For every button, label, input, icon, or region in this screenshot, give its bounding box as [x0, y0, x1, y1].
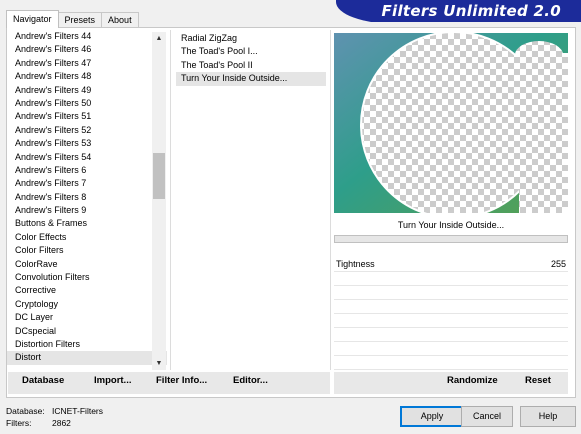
tab-navigator[interactable]: Navigator: [6, 10, 59, 28]
param-row[interactable]: Tightness 255: [334, 258, 568, 272]
tab-presets[interactable]: Presets: [57, 12, 103, 28]
preview-zoom-bar[interactable]: [334, 235, 568, 243]
divider: [170, 30, 171, 370]
navigator-button-bar: Database Import... Filter Info... Editor…: [8, 372, 330, 394]
divider: [330, 30, 331, 370]
category-item[interactable]: Andrew's Filters 49: [7, 84, 167, 97]
param-row-empty: [334, 328, 568, 342]
database-button[interactable]: Database: [22, 375, 64, 386]
filters-count-value: 2862: [52, 418, 71, 428]
category-item[interactable]: Andrew's Filters 8: [7, 191, 167, 204]
category-item[interactable]: Distort: [7, 351, 167, 365]
category-item[interactable]: Andrew's Filters 47: [7, 57, 167, 70]
filter-info-button[interactable]: Filter Info...: [156, 375, 207, 386]
category-item[interactable]: Andrew's Filters 44: [7, 30, 167, 43]
param-name: Tightness: [336, 259, 375, 269]
category-item[interactable]: Color Effects: [7, 231, 167, 244]
preview-caption: Turn Your Inside Outside...: [397, 220, 505, 230]
cancel-button[interactable]: Cancel: [461, 406, 513, 427]
param-row-empty: [334, 342, 568, 356]
category-item[interactable]: Convolution Filters: [7, 271, 167, 284]
category-item[interactable]: Andrew's Filters 54: [7, 151, 167, 164]
filters-count-label: Filters:: [6, 418, 32, 428]
editor-button[interactable]: Editor...: [233, 375, 268, 386]
tab-bar: Navigator Presets About: [6, 10, 139, 28]
randomize-button[interactable]: Randomize: [447, 375, 498, 386]
param-row-empty: [334, 300, 568, 314]
category-item[interactable]: DC Layer: [7, 311, 167, 324]
database-label: Database:: [6, 406, 45, 416]
app-banner: Filters Unlimited 2.0: [336, 0, 581, 22]
param-value[interactable]: 255: [551, 259, 566, 269]
category-item[interactable]: Distortion Filters: [7, 338, 167, 351]
parameter-list: Tightness 255: [334, 258, 568, 370]
category-item[interactable]: Andrew's Filters 53: [7, 137, 167, 150]
category-scrollbar[interactable]: ▲ ▼: [152, 32, 166, 370]
help-button[interactable]: Help: [520, 406, 576, 427]
category-item[interactable]: Cryptology: [7, 298, 167, 311]
category-item[interactable]: Andrew's Filters 6: [7, 164, 167, 177]
filter-item[interactable]: Turn Your Inside Outside...: [176, 72, 326, 86]
param-row-empty: [334, 356, 568, 370]
category-item[interactable]: Buttons & Frames: [7, 217, 167, 230]
category-item[interactable]: Andrew's Filters 7: [7, 177, 167, 190]
category-item[interactable]: DCspecial: [7, 325, 167, 338]
category-item[interactable]: Corrective: [7, 284, 167, 297]
reset-button[interactable]: Reset: [525, 375, 551, 386]
filter-item[interactable]: The Toad's Pool II: [176, 59, 326, 72]
filter-item[interactable]: The Toad's Pool I...: [176, 45, 326, 58]
database-value: ICNET-Filters: [52, 406, 103, 416]
param-row-empty: [334, 272, 568, 286]
param-row-empty: [334, 286, 568, 300]
category-item[interactable]: Andrew's Filters 48: [7, 70, 167, 83]
category-item[interactable]: Andrew's Filters 50: [7, 97, 167, 110]
preview-image: [334, 33, 568, 213]
category-item[interactable]: Andrew's Filters 52: [7, 124, 167, 137]
category-list[interactable]: Andrew's Filters 44 Andrew's Filters 46 An…: [7, 30, 167, 370]
app-title: Filters Unlimited 2.0: [381, 2, 561, 20]
category-item[interactable]: ColorRave: [7, 258, 167, 271]
scroll-up-icon[interactable]: ▲: [152, 32, 166, 45]
preview-button-bar: Randomize Reset: [334, 372, 568, 394]
category-item[interactable]: Andrew's Filters 46: [7, 43, 167, 56]
filter-item[interactable]: Radial ZigZag: [176, 32, 326, 45]
category-item[interactable]: Color Filters: [7, 244, 167, 257]
tab-about[interactable]: About: [101, 12, 139, 28]
import-button[interactable]: Import...: [94, 375, 131, 386]
param-row-empty: [334, 314, 568, 328]
category-item[interactable]: Andrew's Filters 51: [7, 110, 167, 123]
scroll-thumb[interactable]: [153, 153, 165, 199]
filter-list[interactable]: Radial ZigZag The Toad's Pool I... The Toa…: [176, 32, 326, 86]
apply-button[interactable]: Apply: [400, 406, 464, 427]
category-item[interactable]: Andrew's Filters 9: [7, 204, 167, 217]
scroll-down-icon[interactable]: ▼: [152, 357, 166, 370]
